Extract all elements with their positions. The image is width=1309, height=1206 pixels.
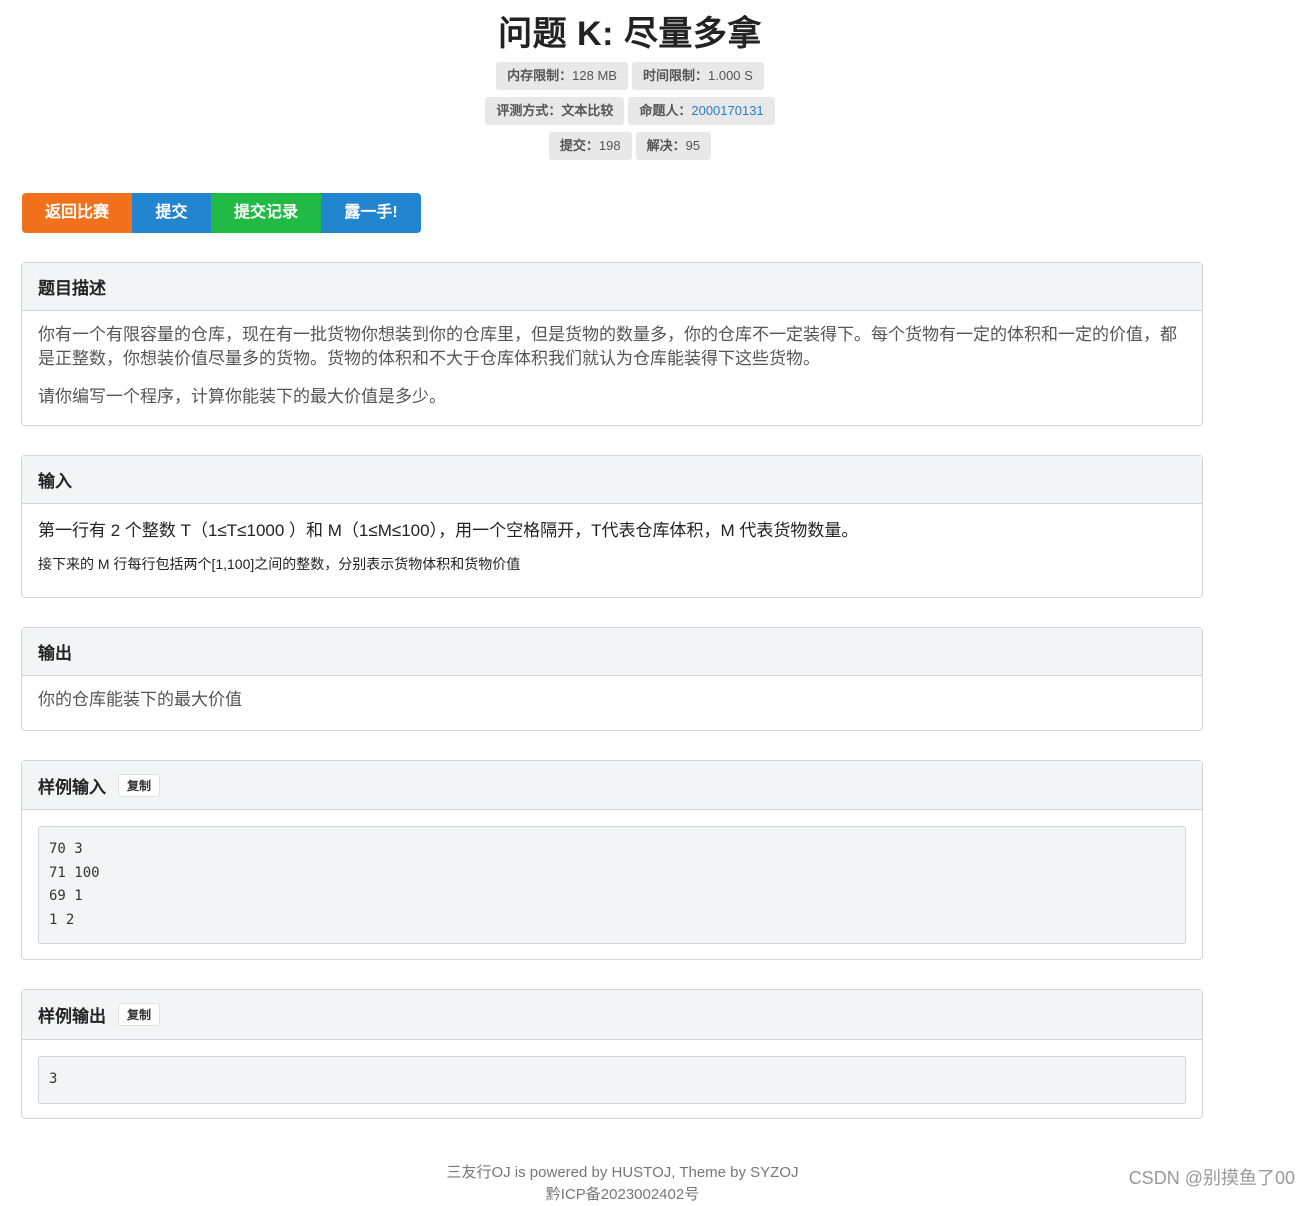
sample-input-panel: 样例输入 复制 70 3 71 100 69 1 1 2 — [21, 760, 1203, 960]
stats-row: 提交：198 解决：95 — [0, 132, 1260, 160]
judge-method-key: 评测方式： — [496, 103, 562, 118]
author-link[interactable]: 2000170131 — [691, 103, 763, 118]
output-panel: 输出 你的仓库能装下的最大价值 — [21, 627, 1203, 731]
solved-count-label: 解决：95 — [635, 132, 712, 160]
limits-row: 内存限制：128 MB 时间限制：1.000 S — [0, 62, 1260, 90]
solved-count-value: 95 — [685, 138, 701, 153]
sample-output-panel: 样例输出 复制 3 — [21, 989, 1203, 1119]
back-to-contest-button[interactable]: 返回比赛 — [22, 193, 132, 233]
judge-row: 评测方式：文本比较 命题人：2000170131 — [0, 97, 1260, 125]
sample-input-heading: 样例输入 — [38, 777, 106, 797]
memory-limit-value: 128 MB — [572, 68, 617, 83]
footer-powered-by: 三友行OJ is powered by HUSTOJ, Theme by SYZ… — [446, 1164, 799, 1181]
show-solution-button[interactable]: 露一手! — [321, 193, 421, 233]
csdn-watermark: CSDN @别摸鱼了00 — [1128, 1168, 1295, 1188]
input-heading: 输入 — [22, 456, 1202, 504]
input-line-1: 第一行有 2 个整数 T（1≤T≤1000 ）和 M（1≤M≤100），用一个空… — [38, 521, 859, 540]
submission-records-button[interactable]: 提交记录 — [211, 193, 321, 233]
copy-sample-output-button[interactable]: 复制 — [118, 1003, 161, 1026]
time-limit-value: 1.000 S — [708, 68, 753, 83]
input-line-2: 接下来的 M 行每行包括两个[1,100]之间的整数，分别表示货物体积和货物价值 — [38, 556, 521, 572]
sample-output-heading: 样例输出 — [38, 1007, 106, 1026]
memory-limit-label: 内存限制：128 MB — [496, 62, 628, 90]
copy-sample-input-button[interactable]: 复制 — [118, 773, 161, 797]
input-panel: 输入 第一行有 2 个整数 T（1≤T≤1000 ）和 M（1≤M≤100），用… — [21, 455, 1203, 598]
page-title: 问题 K: 尽量多拿 — [498, 15, 762, 53]
output-text: 你的仓库能装下的最大价值 — [38, 690, 242, 710]
action-button-group: 返回比赛 提交 提交记录 露一手! — [22, 193, 421, 233]
sample-input-code: 70 3 71 100 69 1 1 2 — [38, 826, 1186, 944]
sample-output-code: 3 — [38, 1056, 1186, 1104]
submit-count-label: 提交：198 — [548, 132, 632, 160]
description-paragraph-1: 你有一个有限容量的仓库，现在有一批货物你想装到你的仓库里，但是货物的数量多，你的… — [38, 325, 1177, 369]
output-heading: 输出 — [22, 628, 1202, 676]
submit-count-value: 198 — [598, 138, 621, 153]
time-limit-label: 时间限制：1.000 S — [631, 62, 764, 90]
submit-button[interactable]: 提交 — [132, 193, 211, 233]
description-paragraph-2: 请你编写一个程序，计算你能装下的最大价值是多少。 — [38, 387, 446, 407]
description-panel: 题目描述 你有一个有限容量的仓库，现在有一批货物你想装到你的仓库里，但是货物的数… — [21, 262, 1203, 426]
memory-limit-key: 内存限制： — [507, 68, 573, 83]
judge-method-value: 文本比较 — [561, 103, 614, 118]
footer: 三友行OJ is powered by HUSTOJ, Theme by SYZ… — [0, 1162, 1245, 1206]
judge-method-label: 评测方式：文本比较 — [485, 97, 625, 125]
time-limit-key: 时间限制： — [642, 68, 708, 83]
author-label: 命题人：2000170131 — [628, 97, 775, 125]
author-key: 命题人： — [639, 103, 692, 118]
description-heading: 题目描述 — [22, 263, 1202, 311]
solved-count-key: 解决： — [646, 138, 686, 153]
submit-count-key: 提交： — [559, 138, 599, 153]
footer-icp[interactable]: 黔ICP备2023002402号 — [0, 1184, 1245, 1206]
